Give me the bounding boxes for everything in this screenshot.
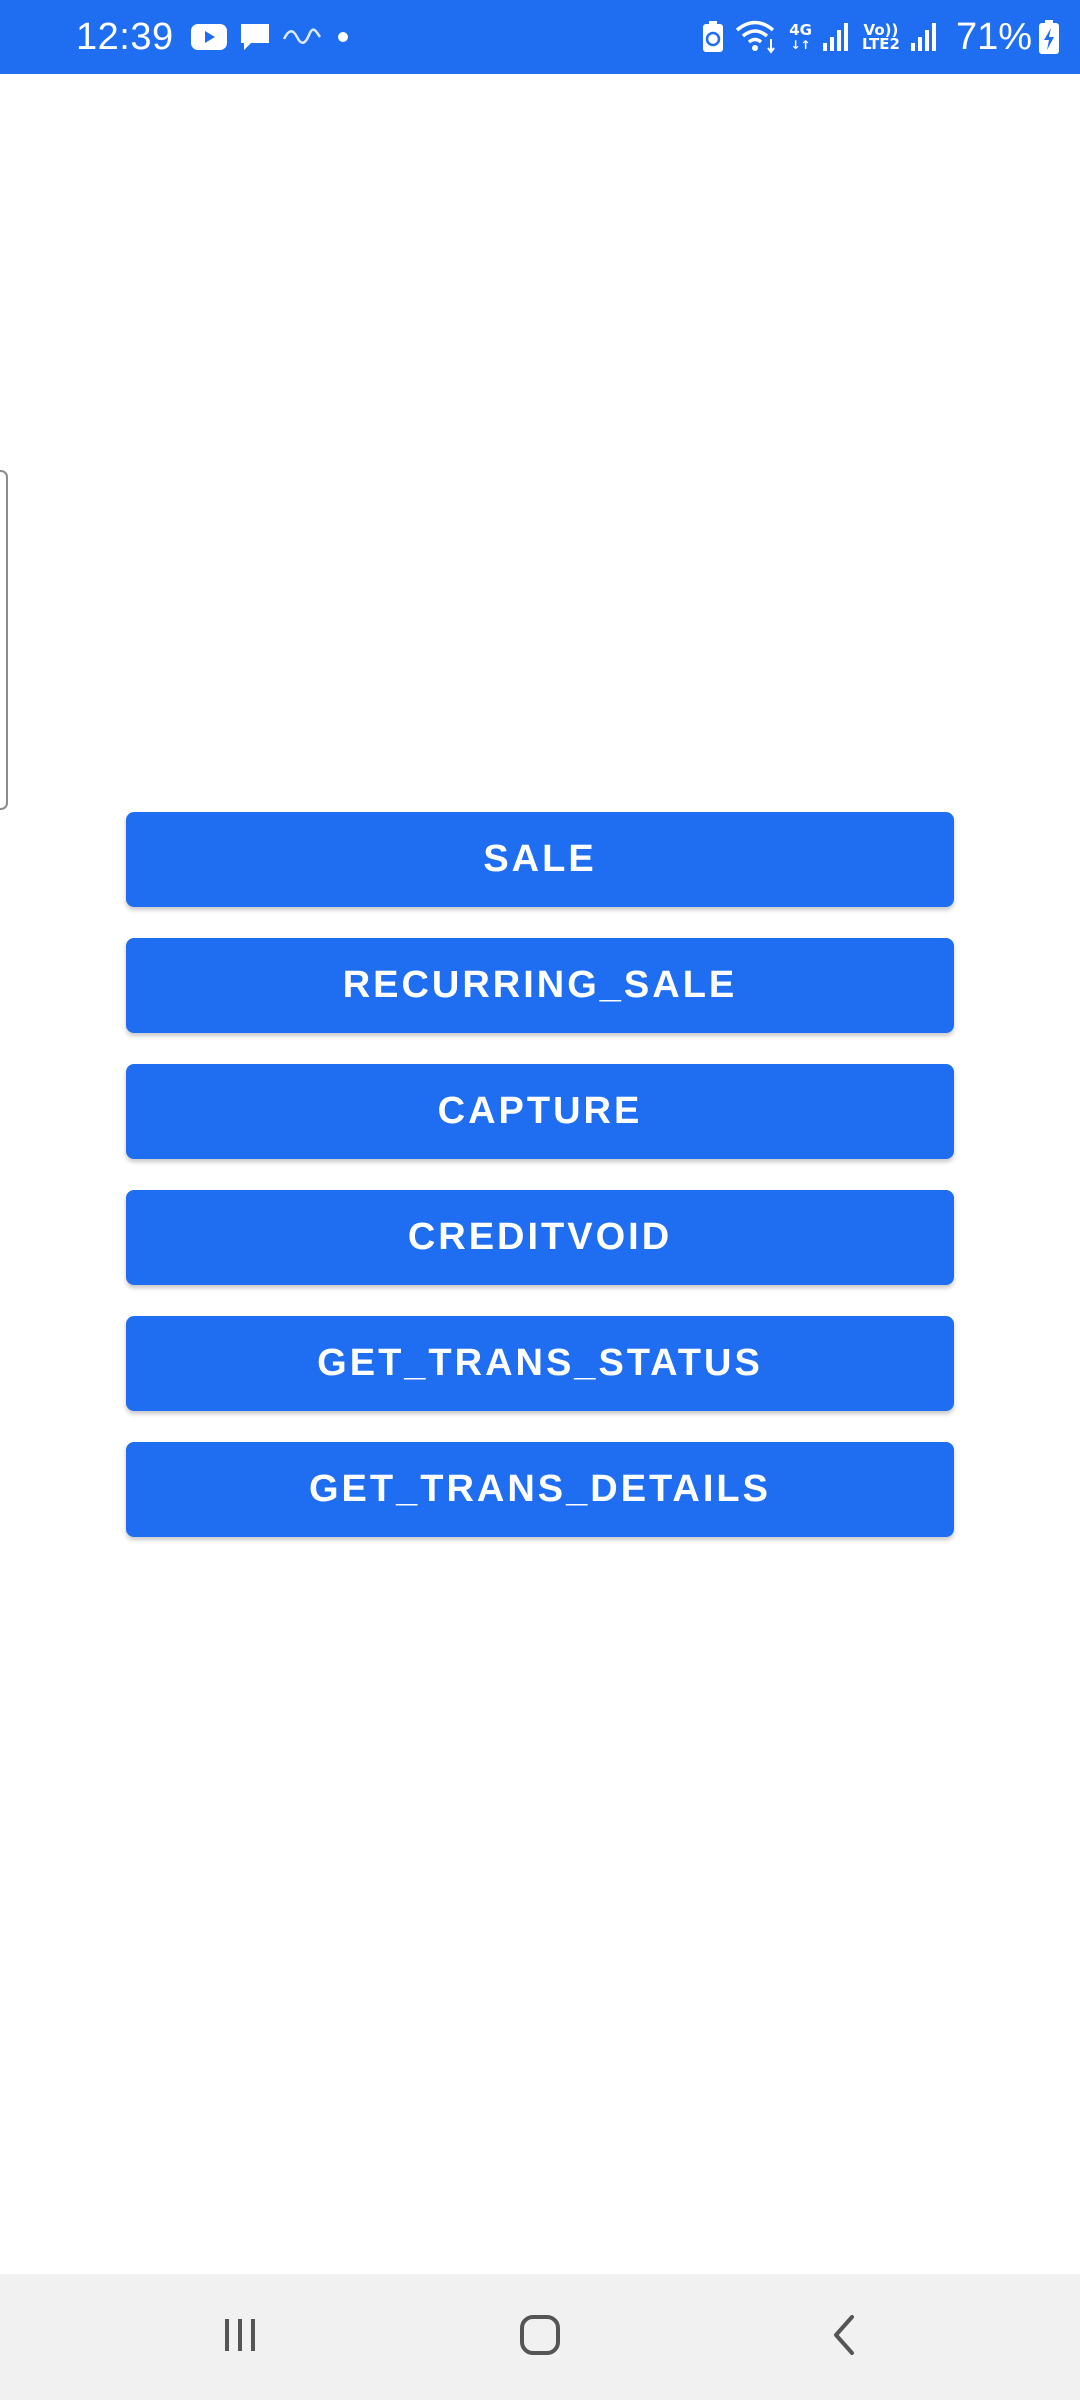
capture-button[interactable]: CAPTURE <box>126 1064 954 1159</box>
edge-panel-handle[interactable] <box>0 470 8 810</box>
squiggle-icon <box>282 27 322 47</box>
battery-charging-icon <box>1038 19 1060 55</box>
battery-saver-icon <box>701 20 725 54</box>
back-icon <box>822 2311 866 2364</box>
dot-icon <box>332 26 354 48</box>
get-trans-status-button[interactable]: GET_TRANS_STATUS <box>126 1316 954 1411</box>
network-4g-icon: 4G ↓↑ <box>789 20 812 52</box>
volte-bottom-label: LTE2 <box>861 35 900 53</box>
recent-apps-button[interactable] <box>160 2274 320 2400</box>
signal-icon <box>822 21 852 53</box>
creditvoid-button[interactable]: CREDITVOID <box>126 1190 954 1285</box>
status-time: 12:39 <box>76 15 174 58</box>
home-icon <box>516 2311 564 2364</box>
status-bar-left: 12:39 <box>76 0 364 74</box>
transaction-buttons: SALE RECURRING_SALE CAPTURE CREDITVOID G… <box>126 812 954 1568</box>
navigation-bar <box>0 2274 1080 2400</box>
status-bar: 12:39 4G ↓↑ Vo)) LTE2 71% <box>0 0 1080 74</box>
volte-icon: Vo)) LTE2 <box>861 23 900 53</box>
youtube-icon <box>190 22 228 52</box>
back-button[interactable] <box>764 2274 924 2400</box>
home-button[interactable] <box>460 2274 620 2400</box>
wifi-icon <box>735 19 779 55</box>
get-trans-details-button[interactable]: GET_TRANS_DETAILS <box>126 1442 954 1537</box>
signal-2-icon <box>910 21 940 53</box>
message-icon <box>238 21 272 53</box>
recent-apps-icon <box>218 2313 262 2362</box>
sale-button[interactable]: SALE <box>126 812 954 907</box>
battery-percentage: 71% <box>955 15 1032 58</box>
status-bar-right: 4G ↓↑ Vo)) LTE2 71% <box>701 0 1060 74</box>
recurring-sale-button[interactable]: RECURRING_SALE <box>126 938 954 1033</box>
network-4g-label: 4G <box>789 20 812 39</box>
